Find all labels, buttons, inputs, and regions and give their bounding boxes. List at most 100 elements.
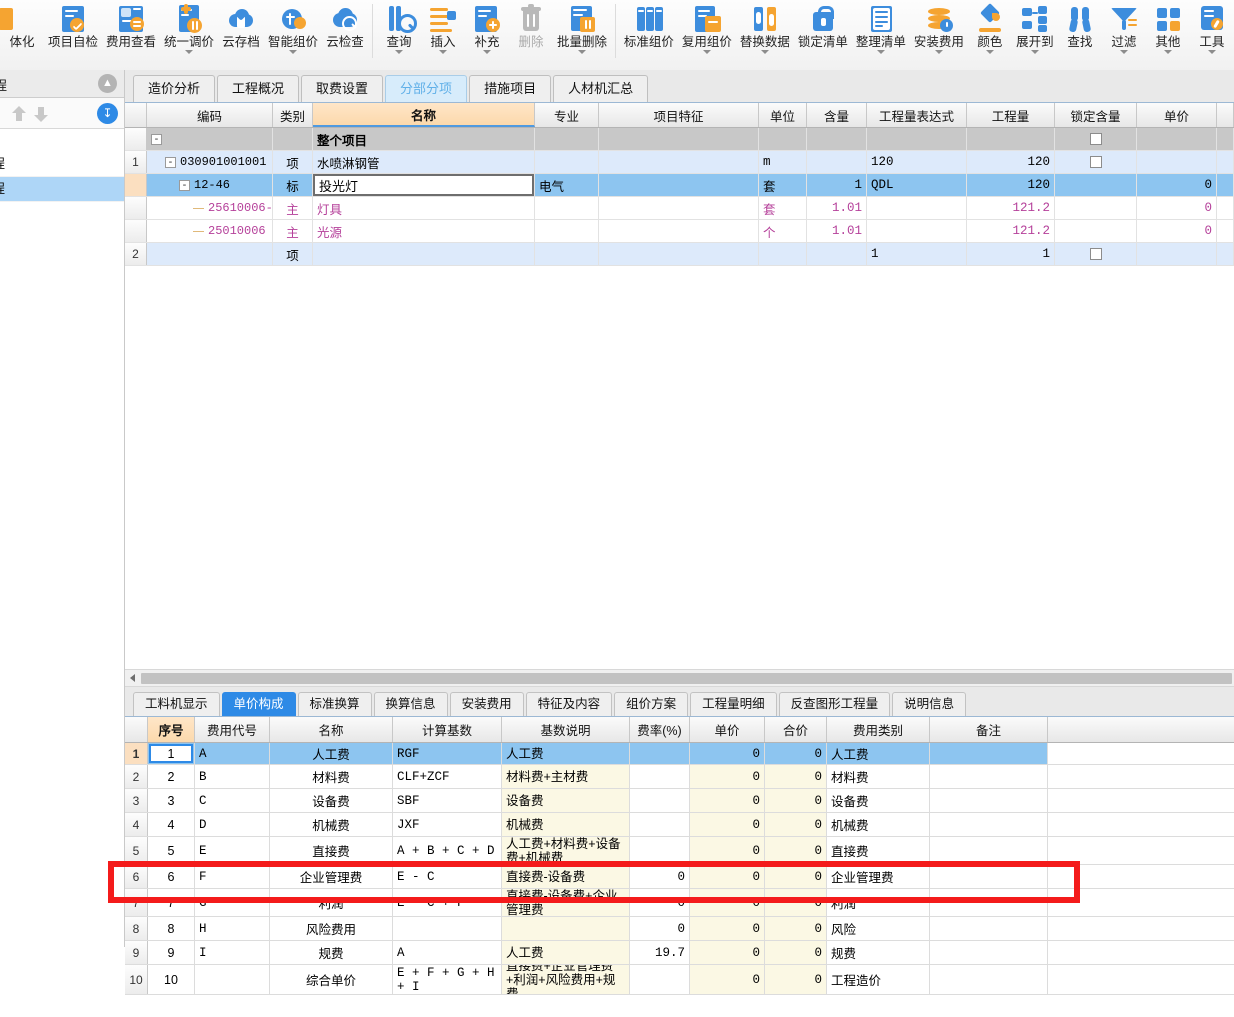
column-header-11[interactable]: 单价 [1137,103,1217,127]
cell-rate[interactable] [630,965,690,994]
cell-total[interactable]: 0 [765,743,827,764]
bottom-tab-9[interactable]: 说明信息 [892,692,967,716]
bottom-column-header-2[interactable]: 费用代号 [195,717,270,742]
cell-quantity[interactable] [967,128,1055,150]
cell-fee-code[interactable]: B [195,765,270,788]
toolbar-button-lock-list[interactable]: 锁定清单 [794,0,852,70]
cell-fee-category[interactable]: 设备费 [827,789,930,812]
column-header-1[interactable]: 编码 [147,103,273,127]
cell-unit-price[interactable]: 0 [1137,220,1217,242]
cell-calc-base[interactable]: E - C [393,865,502,888]
cell-feature[interactable] [599,220,759,242]
cell-unit-price[interactable] [1137,243,1217,265]
cell-note[interactable] [930,813,1048,836]
bottom-tab-8[interactable]: 反查图形工程量 [778,692,891,716]
lock-checkbox[interactable] [1089,156,1102,168]
chevron-down-icon[interactable] [289,50,297,54]
toolbar-button-expand-to[interactable]: 展开到 [1012,0,1058,70]
arrow-up-icon[interactable] [12,106,26,122]
cell-unit-price[interactable]: 0 [1137,174,1217,196]
cell-rate[interactable] [630,765,690,788]
cell-fee-category[interactable]: 人工费 [827,743,930,764]
row-header[interactable]: 2 [125,243,147,265]
cell-rate[interactable] [630,789,690,812]
cell-calc-base[interactable]: E + F + G + H + I [393,965,502,994]
cell-calc-base[interactable] [393,917,502,940]
cell-rate[interactable]: 0 [630,889,690,916]
bottom-column-header-4[interactable]: 计算基数 [393,717,502,742]
cell-spacer[interactable] [1217,220,1234,242]
row-header[interactable]: 1 [125,743,148,764]
cell-content[interactable] [807,128,867,150]
column-header-7[interactable]: 含量 [807,103,867,127]
cell-fee-category[interactable]: 材料费 [827,765,930,788]
cell-note[interactable] [930,837,1048,864]
cell-fee-category[interactable]: 工程造价 [827,965,930,994]
cell-fee-name[interactable]: 设备费 [270,789,393,812]
cell-total[interactable]: 0 [765,765,827,788]
toolbar-button-cost-view[interactable]: 费用查看 [102,0,160,70]
cell-sequence[interactable]: 1 [148,743,195,764]
cell-major[interactable]: 电气 [535,174,599,196]
cell-fee-name[interactable]: 直接费 [270,837,393,864]
cell-content[interactable]: 1 [807,174,867,196]
cell-note[interactable] [930,917,1048,940]
cell-price[interactable]: 0 [690,813,765,836]
cell-note[interactable] [930,889,1048,916]
chevron-down-icon[interactable] [1207,50,1216,54]
table-row[interactable]: 1-030901001001 项水喷淋钢管 m 120 120 [125,151,1234,174]
cell-price[interactable]: 0 [690,789,765,812]
toolbar-button-color[interactable]: 颜色 [968,0,1012,70]
composition-row[interactable]: 9 9 I 规费 A 人工费 19.7 0 0 规费 [125,941,1234,965]
cell-calc-base[interactable]: CLF+ZCF [393,765,502,788]
toolbar-button-reuse-pricing[interactable]: 复用组价 [678,0,736,70]
cell-base-desc[interactable]: 人工费 [502,743,630,764]
cell-fee-code[interactable]: D [195,813,270,836]
cell-fee-category[interactable]: 规费 [827,941,930,964]
cell-price[interactable]: 0 [690,889,765,916]
composition-row[interactable]: 6 6 F 企业管理费 E - C 直接费-设备费 0 0 0 企业管理费 [125,865,1234,889]
cell-name[interactable]: 水喷淋钢管 [313,151,535,173]
cell-base-desc[interactable]: 直接费+企业管理费+利润+风险费用+规费 [502,965,630,994]
cell-major[interactable] [535,243,599,265]
bottom-column-header-8[interactable]: 合价 [765,717,827,742]
cell-fee-name[interactable]: 材料费 [270,765,393,788]
column-header-2[interactable]: 类别 [273,103,313,127]
bottom-tab-6[interactable]: 组价方案 [614,692,689,716]
cell-category[interactable]: 项 [273,243,313,265]
cell-content[interactable] [807,243,867,265]
cell-fee-name[interactable]: 规费 [270,941,393,964]
cell-feature[interactable] [599,197,759,219]
cell-lock-content[interactable] [1055,243,1137,265]
cell-fee-category[interactable]: 企业管理费 [827,865,930,888]
bottom-tab-3[interactable]: 换算信息 [373,692,448,716]
cell-rate[interactable] [630,813,690,836]
cell-base-desc[interactable] [502,917,630,940]
column-header-6[interactable]: 单位 [759,103,807,127]
lock-checkbox[interactable] [1089,133,1102,145]
cell-lock-content[interactable] [1055,220,1137,242]
cell-qty-expr[interactable]: QDL [867,174,967,196]
cell-calc-base[interactable]: RGF [393,743,502,764]
composition-row[interactable]: 7 7 G 利润 E - C + F 直接费-设备费+企业管理费 0 0 0 利润 [125,889,1234,917]
cell-content[interactable]: 1.01 [807,197,867,219]
row-header[interactable]: 10 [125,965,148,994]
cell-unit-price[interactable]: 0 [1137,197,1217,219]
row-header[interactable] [125,220,147,242]
cell-unit[interactable]: 套 [759,174,807,196]
chevron-down-icon[interactable] [985,50,994,54]
toolbar-button-tools[interactable]: 工具 [1190,0,1234,70]
bottom-column-header-6[interactable]: 费率(%) [630,717,690,742]
cell-feature[interactable] [599,151,759,173]
cell-sequence[interactable]: 6 [148,865,195,888]
cell-lock-content[interactable] [1055,197,1137,219]
cell-major[interactable] [535,151,599,173]
bottom-tab-1[interactable]: 单价构成 [221,692,296,716]
cell-sequence[interactable]: 7 [148,889,195,916]
cell-fee-name[interactable]: 风险费用 [270,917,393,940]
cell-feature[interactable] [599,243,759,265]
cell-lock-content[interactable] [1055,151,1137,173]
bottom-column-header-7[interactable]: 单价 [690,717,765,742]
cell-calc-base[interactable]: A [393,941,502,964]
chevron-down-icon[interactable] [577,50,586,54]
